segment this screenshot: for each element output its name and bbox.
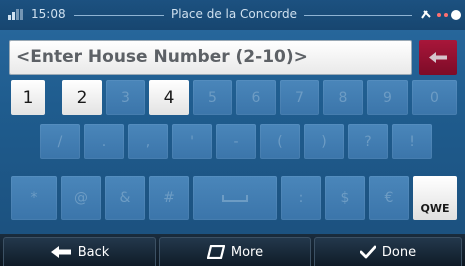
key-at: @ <box>61 176 101 220</box>
key-question: ? <box>348 124 388 159</box>
key-7: 7 <box>280 80 319 115</box>
back-button[interactable]: Back <box>3 237 156 266</box>
back-label: Back <box>77 244 110 260</box>
key-1[interactable]: 1 <box>11 80 45 115</box>
backspace-arrow-icon <box>429 52 447 63</box>
key-euro: € <box>369 176 409 220</box>
key-2[interactable]: 2 <box>62 80 102 115</box>
qwe-layout-button[interactable]: QWE <box>413 176 457 220</box>
key-comma: , <box>128 124 168 159</box>
key-0: 0 <box>412 80 457 115</box>
signal-bars-icon <box>8 9 24 20</box>
key-9: 9 <box>367 80 408 115</box>
status-divider-right <box>304 15 412 16</box>
key-6: 6 <box>236 80 276 115</box>
more-label: More <box>230 244 264 260</box>
done-button[interactable]: Done <box>314 237 462 266</box>
space-key <box>193 176 277 220</box>
key-asterisk: * <box>11 176 57 220</box>
key-8: 8 <box>323 80 363 115</box>
more-icon <box>206 245 225 259</box>
key-ampersand: & <box>105 176 145 220</box>
clock-time: 15:08 <box>31 7 66 21</box>
space-bar-icon <box>222 194 248 202</box>
key-open-paren: ( <box>260 124 300 159</box>
key-slash: / <box>40 124 80 159</box>
gps-satellite-icon <box>421 10 461 20</box>
back-arrow-icon <box>50 246 71 258</box>
backspace-button[interactable] <box>419 40 457 75</box>
done-label: Done <box>381 244 417 260</box>
status-divider-left <box>74 15 164 16</box>
key-5: 5 <box>193 80 232 115</box>
key-3: 3 <box>106 80 145 115</box>
key-4[interactable]: 4 <box>149 80 189 115</box>
key-apostrophe: ' <box>172 124 212 159</box>
key-period: . <box>84 124 124 159</box>
input-placeholder: <Enter House Number (2-10)> <box>16 47 308 67</box>
key-colon: : <box>281 176 321 220</box>
key-hash: # <box>149 176 189 220</box>
key-close-paren: ) <box>304 124 344 159</box>
current-location: Place de la Concorde <box>170 7 298 21</box>
key-dollar: $ <box>325 176 365 220</box>
key-exclamation: ! <box>392 124 432 159</box>
checkmark-icon <box>359 245 376 259</box>
house-number-input[interactable]: <Enter House Number (2-10)> <box>9 40 412 75</box>
key-hyphen: - <box>216 124 256 159</box>
more-button[interactable]: More <box>159 237 311 266</box>
status-bar: 15:08 Place de la Concorde <box>0 0 465 30</box>
